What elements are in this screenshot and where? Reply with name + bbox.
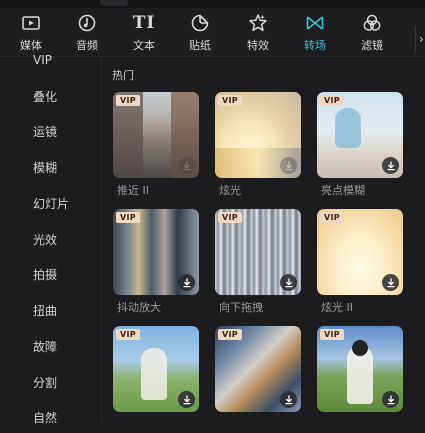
transition-thumbnail: VIP [215,209,301,295]
vip-badge: VIP [218,212,242,223]
sidebar-item-blur[interactable]: 模糊 [0,153,101,183]
transition-thumbnail: VIP [317,92,403,178]
transition-thumbnail: VIP [317,209,403,295]
transition-thumbnail: VIP [215,326,301,412]
transition-card[interactable]: VIP 炫光 II [317,209,403,315]
vip-badge: VIP [218,329,242,340]
sidebar-item-light[interactable]: 光效 [0,225,101,255]
transition-icon [304,12,326,34]
download-icon[interactable] [382,391,399,408]
toolbar-filter-label: 滤镜 [361,39,383,52]
download-icon[interactable] [382,274,399,291]
download-icon[interactable] [280,157,297,174]
sidebar-item-shooting[interactable]: 拍摄 [0,260,101,290]
effects-icon [247,12,269,34]
sidebar-item-distort[interactable]: 扭曲 [0,296,101,326]
toolbar-effects-button[interactable]: 特效 [233,12,283,54]
toolbar-sticker-button[interactable]: 贴纸 [175,12,225,54]
sidebar-item-dissolve[interactable]: 叠化 [0,82,101,112]
toolbar-sticker-label: 贴纸 [189,39,211,52]
vip-badge: VIP [320,95,344,106]
sidebar-item-camera-move[interactable]: 运镜 [0,117,101,147]
text-icon: TI [133,12,155,34]
transition-card[interactable]: VIP [215,326,301,416]
download-icon[interactable] [382,157,399,174]
download-icon[interactable] [178,157,195,174]
download-icon[interactable] [178,391,195,408]
window-top-strip [0,0,425,8]
vip-badge: VIP [320,212,344,223]
transition-thumbnail: VIP [113,326,199,412]
transition-card-label: 向下拖拽 [219,301,263,314]
transition-card[interactable]: VIP 推近 II [113,92,199,198]
sidebar-item-slideshow[interactable]: 幻灯片 [0,189,101,219]
vip-badge: VIP [116,329,140,340]
section-title: 热门 [112,69,134,82]
sidebar-item-nature[interactable]: 自然 [0,403,101,433]
transition-grid-panel: 热门 VIP 推近 II VIP 炫光 VIP 亮点模糊 VIP 抖动放大 VI… [102,57,425,421]
toolbar-text-button[interactable]: TI 文本 [119,12,169,54]
transition-card-label: 亮点模糊 [321,184,365,197]
toolbar-filter-button[interactable]: 滤镜 [347,12,397,54]
transition-card-label: 推近 II [117,184,149,197]
filter-icon [361,12,383,34]
transition-card-label: 炫光 II [321,301,353,314]
vip-badge: VIP [218,95,242,106]
vip-badge: VIP [116,212,140,223]
sticker-icon [189,12,211,34]
vip-badge: VIP [116,95,140,106]
toolbar-transition-button[interactable]: 转场 [290,12,340,54]
media-icon [20,12,42,34]
toolbar-effects-label: 特效 [247,39,269,52]
transition-card[interactable]: VIP [317,326,403,416]
audio-icon [76,12,98,34]
sidebar-item-glitch[interactable]: 故障 [0,332,101,362]
sidebar-item-vip[interactable]: VIP [0,45,101,75]
toolbar-transition-label: 转场 [304,39,326,52]
transition-thumbnail: VIP [113,209,199,295]
toolbar-text-label: 文本 [133,39,155,52]
transition-card[interactable]: VIP 向下拖拽 [215,209,301,315]
transition-thumbnail: VIP [317,326,403,412]
download-icon[interactable] [280,391,297,408]
transition-card[interactable]: VIP 亮点模糊 [317,92,403,198]
sidebar-item-split[interactable]: 分割 [0,368,101,398]
category-sidebar: VIP 叠化 运镜 模糊 幻灯片 光效 拍摄 扭曲 故障 分割 自然 [0,53,102,425]
transition-card-label: 抖动放大 [117,301,161,314]
transition-thumbnail: VIP [215,92,301,178]
transition-card-label: 炫光 [219,184,241,197]
transition-card[interactable]: VIP [113,326,199,416]
download-icon[interactable] [178,274,195,291]
window-tab[interactable] [100,0,128,6]
transition-card[interactable]: VIP 炫光 [215,92,301,198]
transition-card[interactable]: VIP 抖动放大 [113,209,199,315]
text-icon-glyph: TI [132,13,156,33]
vip-badge: VIP [320,329,344,340]
download-icon[interactable] [280,274,297,291]
panel-edge-icon[interactable]: › [415,26,425,52]
transition-thumbnail: VIP [113,92,199,178]
